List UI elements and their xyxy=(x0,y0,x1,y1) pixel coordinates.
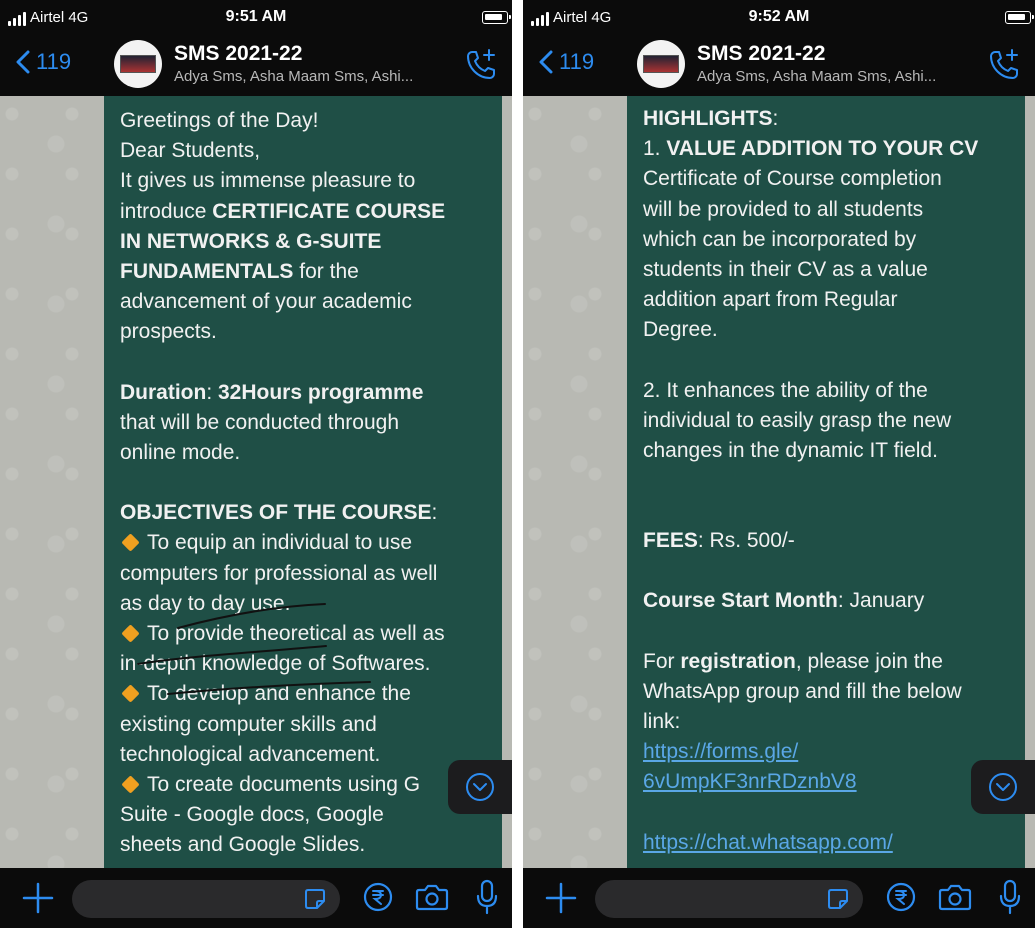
chat-header: 119 SMS 2021-22 Adya Sms, Asha Maam Sms,… xyxy=(0,32,512,96)
chat-area[interactable]: HIGHLIGHTS: 1. VALUE ADDITION TO YOUR CV… xyxy=(523,96,1035,868)
back-button[interactable]: 119 xyxy=(16,49,71,75)
battery-icon xyxy=(482,11,511,24)
status-bar: Airtel 4G 9:51 AM xyxy=(0,0,512,32)
msg-line: WhatsApp group and fill the below xyxy=(643,679,962,703)
message-input[interactable] xyxy=(595,880,863,918)
unread-count: 119 xyxy=(36,49,72,74)
status-bar: Airtel 4G 9:52 AM xyxy=(523,0,1035,32)
form-link[interactable]: https://forms.gle/ xyxy=(643,737,1009,767)
left-screenshot: Airtel 4G 9:51 AM 119 SMS 2021-22 Adya S… xyxy=(0,0,512,928)
msg-line: changes in the dynamic IT field. xyxy=(643,439,938,463)
chevron-down-icon xyxy=(473,783,487,791)
payment-rupee-icon[interactable] xyxy=(885,881,917,913)
status-time: 9:51 AM xyxy=(225,8,287,25)
camera-icon[interactable] xyxy=(938,882,972,912)
battery-icon xyxy=(1005,11,1034,24)
input-bar xyxy=(523,868,1035,928)
group-members[interactable]: Adya Sms, Asha Maam Sms, Ashi... xyxy=(174,68,413,85)
msg-line: 2. It enhances the ability of the xyxy=(643,378,928,402)
whatsapp-group-link[interactable]: https://chat.whatsapp.com/ xyxy=(643,828,1009,858)
message-bubble[interactable]: HIGHLIGHTS: 1. VALUE ADDITION TO YOUR CV… xyxy=(627,96,1025,868)
msg-line: Certificate of Course completion xyxy=(643,167,942,191)
input-bar xyxy=(0,868,512,928)
chat-header: 119 SMS 2021-22 Adya Sms, Asha Maam Sms,… xyxy=(523,32,1035,96)
unread-count: 119 xyxy=(559,49,595,74)
msg-line: FEES: Rs. 500/- xyxy=(643,529,795,553)
plus-icon[interactable] xyxy=(543,880,579,916)
msg-line: students in their CV as a value xyxy=(643,258,928,282)
handwritten-strike-marks xyxy=(137,603,371,695)
chevron-left-icon xyxy=(539,50,553,74)
msg-line: addition apart from Regular xyxy=(643,288,898,312)
plus-icon[interactable] xyxy=(20,880,56,916)
group-members[interactable]: Adya Sms, Asha Maam Sms, Ashi... xyxy=(697,68,936,85)
msg-line: Degree. xyxy=(643,318,718,342)
scroll-down-button[interactable] xyxy=(448,760,512,814)
group-title[interactable]: SMS 2021-22 xyxy=(174,42,302,66)
sticker-icon[interactable] xyxy=(827,888,849,910)
msg-line: Course Start Month: January xyxy=(643,589,925,613)
group-avatar[interactable] xyxy=(114,40,162,88)
msg-line: which can be incorporated by xyxy=(643,227,917,251)
chevron-left-icon xyxy=(16,50,30,74)
msg-line: For registration, please join the xyxy=(643,649,943,673)
camera-icon[interactable] xyxy=(415,882,449,912)
back-button[interactable]: 119 xyxy=(539,49,594,75)
group-avatar[interactable] xyxy=(637,40,685,88)
payment-rupee-icon[interactable] xyxy=(362,881,394,913)
msg-line: link: xyxy=(643,710,681,734)
msg-line: individual to easily grasp the new xyxy=(643,408,952,432)
chevron-down-icon xyxy=(996,783,1010,791)
status-time: 9:52 AM xyxy=(748,8,810,25)
message-input[interactable] xyxy=(72,880,340,918)
microphone-icon[interactable] xyxy=(474,878,500,916)
add-call-icon[interactable] xyxy=(464,48,498,82)
msg-line: 1. VALUE ADDITION TO YOUR CV xyxy=(643,137,979,161)
microphone-icon[interactable] xyxy=(997,878,1023,916)
sticker-icon[interactable] xyxy=(304,888,326,910)
msg-line: will be provided to all students xyxy=(643,197,924,221)
group-title[interactable]: SMS 2021-22 xyxy=(697,42,825,66)
form-link[interactable]: 6vUmpKF3nrRDznbV8 xyxy=(643,767,1009,797)
scroll-down-button[interactable] xyxy=(971,760,1035,814)
chat-area[interactable]: Greetings of the Day! Dear Students, It … xyxy=(0,96,512,868)
right-screenshot: Airtel 4G 9:52 AM 119 SMS 2021-22 Adya S… xyxy=(523,0,1035,928)
msg-line: HIGHLIGHTS: xyxy=(643,107,779,130)
add-call-icon[interactable] xyxy=(987,48,1021,82)
